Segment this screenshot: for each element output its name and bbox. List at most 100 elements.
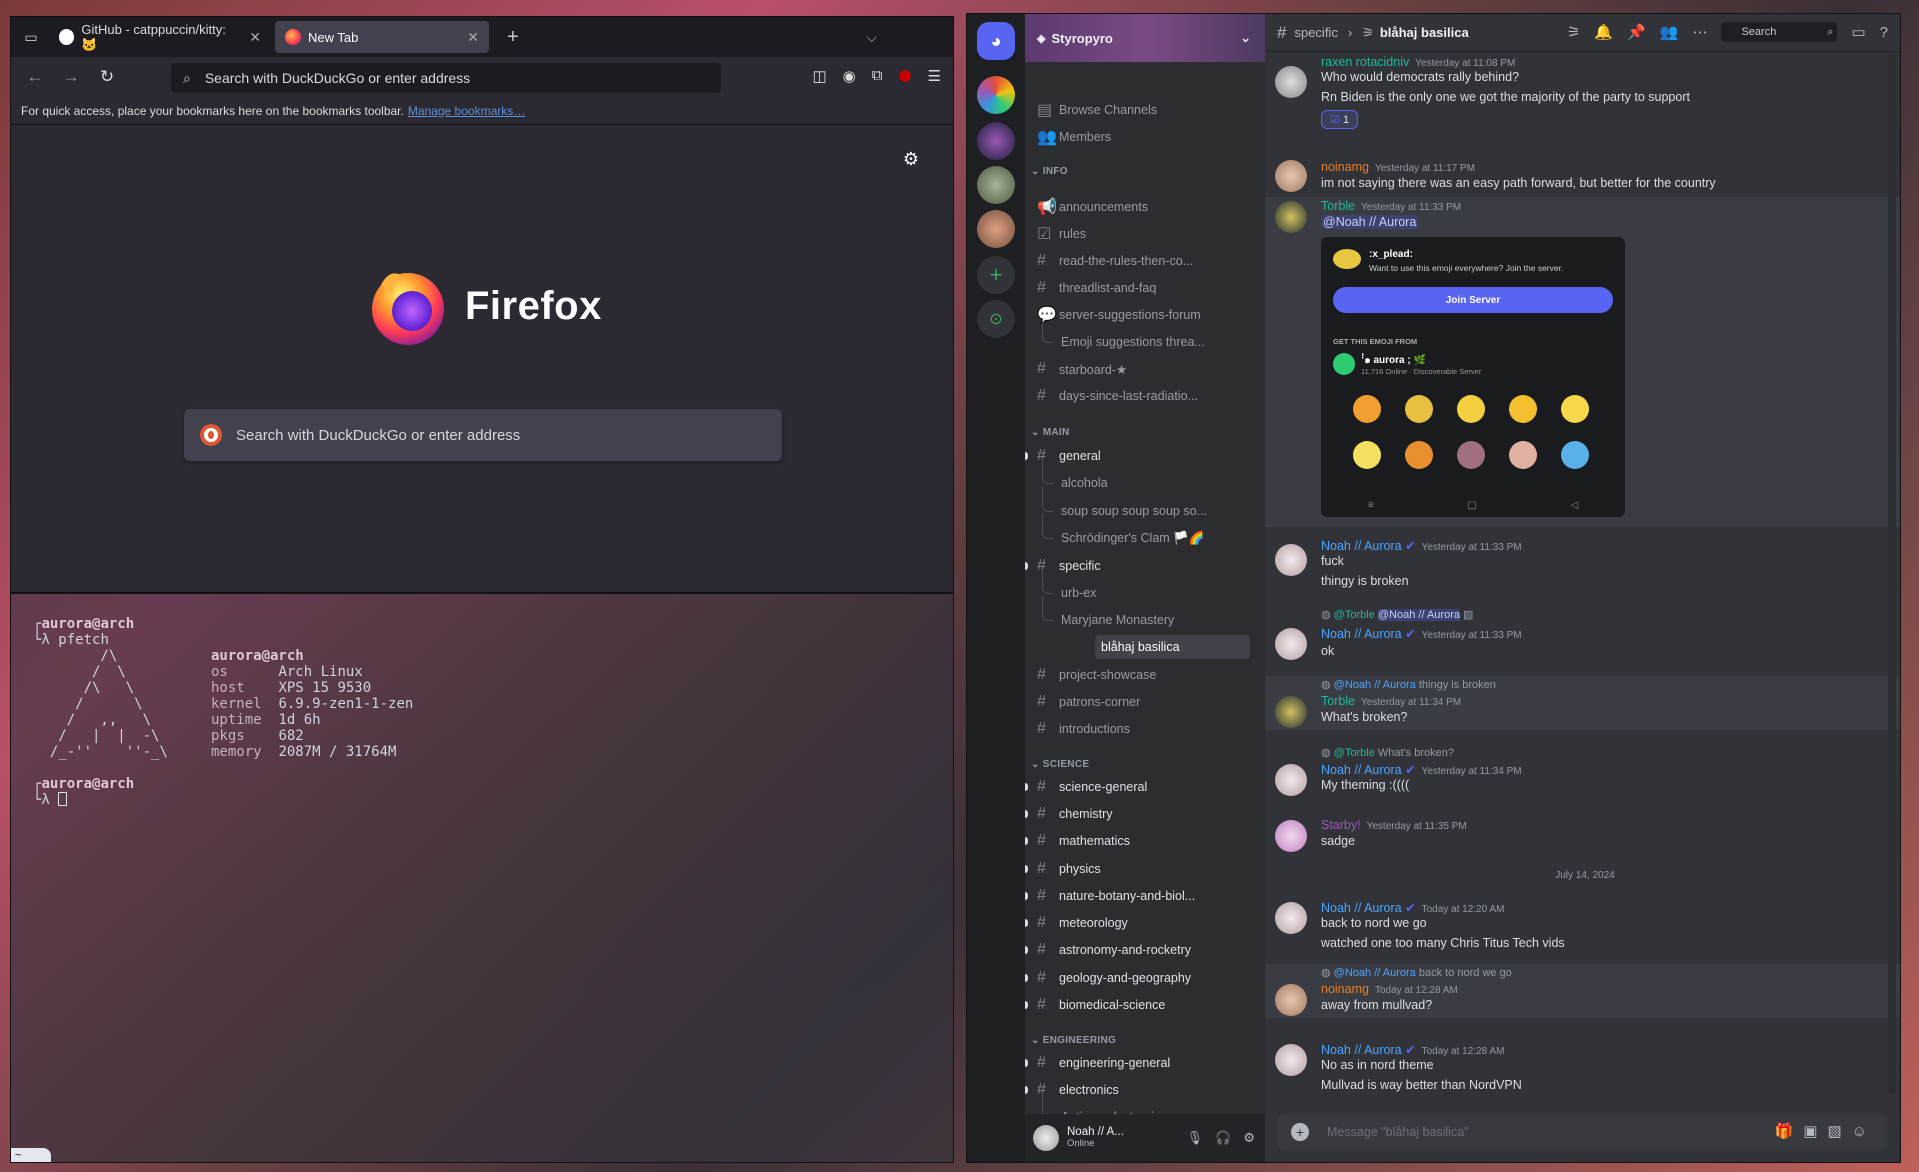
message[interactable]: ◍ @Torble @Noah // Aurora ▨ Noah // Auro…	[1265, 608, 1900, 668]
terminal-tab[interactable]: ~	[11, 1148, 51, 1162]
add-attachment-icon[interactable]: +	[1291, 1123, 1309, 1141]
thread-urbex[interactable]: urb-ex	[1025, 569, 1255, 605]
channel-general[interactable]: # general	[1025, 444, 1255, 468]
author-name[interactable]: Noah // Aurora	[1321, 1043, 1402, 1057]
headphones-icon[interactable]: 🎧	[1215, 1130, 1231, 1146]
author-name[interactable]: Noah // Aurora	[1321, 539, 1402, 553]
join-server-button[interactable]: Join Server	[1333, 287, 1613, 313]
channel-threadlist[interactable]: # threadlist-and-faq	[1025, 276, 1255, 300]
tab-list-icon[interactable]: ▭	[17, 29, 45, 46]
gear-icon[interactable]: ⚙	[903, 149, 919, 170]
avatar[interactable]	[1275, 66, 1307, 98]
emoji-icon[interactable]	[1561, 441, 1589, 469]
microphone-icon[interactable]: 🎙	[1187, 1130, 1204, 1146]
ublock-icon[interactable]: ⬢	[898, 67, 911, 85]
url-bar[interactable]: ⌕ Search with DuckDuckGo or enter addres…	[171, 63, 721, 93]
reload-icon[interactable]: ↻	[93, 63, 121, 91]
explore-icon[interactable]: ⊙	[977, 300, 1015, 338]
category-engineering[interactable]: ⌄ ENGINEERING	[1031, 1035, 1116, 1046]
emoji-icon[interactable]	[1509, 395, 1537, 423]
channel-announcements[interactable]: 📢 announcements	[1025, 195, 1255, 219]
avatar[interactable]	[1275, 902, 1307, 934]
more-icon[interactable]: ⋯	[1692, 23, 1707, 41]
add-server-icon[interactable]: +	[977, 256, 1015, 294]
author-name[interactable]: raxen rotacidniv	[1321, 55, 1409, 69]
thread-schrodinger[interactable]: Schrödinger's Clam 🏳️🌈	[1025, 514, 1255, 550]
tab-github[interactable]: GitHub - catppuccin/kitty: 🐱 ✕	[49, 21, 271, 53]
author-name[interactable]: Noah // Aurora	[1321, 901, 1402, 915]
close-tab-icon[interactable]: ✕	[467, 29, 479, 46]
author-name[interactable]: Noah // Aurora	[1321, 627, 1402, 641]
channel-mathematics[interactable]: # mathematics	[1025, 829, 1255, 853]
category-science[interactable]: ⌄ SCIENCE	[1031, 759, 1089, 770]
message[interactable]: ◍ @Noah // Aurora thingy is broken Torbl…	[1265, 676, 1900, 730]
avatar[interactable]	[1275, 201, 1307, 233]
back-icon[interactable]: ←	[21, 63, 49, 91]
inbox-icon[interactable]: ▭	[1851, 23, 1865, 41]
emoji-icon[interactable]	[1405, 395, 1433, 423]
message[interactable]: noinamg Yesterday at 11:17 PM im not sayi…	[1265, 154, 1900, 199]
reply-reference[interactable]: ◍ @Torble @Noah // Aurora ▨	[1321, 608, 1473, 621]
thread-alcohola[interactable]: alcohola	[1025, 459, 1255, 495]
server-icon[interactable]	[977, 122, 1015, 160]
emoji-icon[interactable]	[1457, 441, 1485, 469]
reply-reference[interactable]: ◍ @Noah // Aurora thingy is broken	[1321, 678, 1496, 691]
settings-gear-icon[interactable]: ⚙	[1243, 1130, 1255, 1146]
manage-bookmarks-link[interactable]: Manage bookmarks…	[408, 104, 525, 118]
server-header[interactable]: ◈ Styropyro ⌄	[1025, 14, 1265, 62]
emoji-icon[interactable]	[1353, 441, 1381, 469]
reaction[interactable]: ☑ 1	[1321, 110, 1359, 129]
author-name[interactable]: noinamg	[1321, 160, 1369, 174]
avatar[interactable]	[1275, 1044, 1307, 1076]
channel-biomedical[interactable]: # biomedical-science	[1025, 993, 1255, 1017]
avatar[interactable]	[1275, 628, 1307, 660]
message[interactable]: Starby! Yesterday at 11:35 PM sadge	[1265, 814, 1900, 858]
members[interactable]: 👥 Members	[1025, 125, 1255, 149]
channel-patrons[interactable]: # patrons-corner	[1025, 690, 1255, 714]
threads-icon[interactable]: ⚞	[1567, 23, 1580, 41]
emoji-icon[interactable]	[1561, 395, 1589, 423]
avatar[interactable]	[1275, 160, 1307, 192]
emoji-popout-image[interactable]: :x_plead: Want to use this emoji everywh…	[1321, 237, 1625, 517]
author-name[interactable]: noinamg	[1321, 982, 1369, 996]
forward-icon[interactable]: →	[57, 63, 85, 91]
server-icon[interactable]	[977, 210, 1015, 248]
close-tab-icon[interactable]: ✕	[249, 29, 261, 46]
category-info[interactable]: ⌄ INFO	[1031, 166, 1068, 177]
message[interactable]: raxen rotacidniv Yesterday at 11:08 PM Wh…	[1265, 54, 1900, 144]
channel-server-suggestions[interactable]: 💬 server-suggestions-forum	[1025, 303, 1255, 327]
emoji-icon[interactable]	[1353, 395, 1381, 423]
search-input[interactable]: Search ⌕	[1721, 22, 1838, 42]
channel-science-general[interactable]: # science-general	[1025, 775, 1255, 799]
channel-astronomy[interactable]: # astronomy-and-rocketry	[1025, 938, 1255, 962]
terminal-window[interactable]: ┌aurora@arch └λ pfetch /\ / \ /\ \ / \ /…	[10, 593, 954, 1163]
message-input[interactable]: + Message "blåhaj basilica" 🎁▣▧☺	[1277, 1114, 1887, 1150]
browse-channels[interactable]: ▤ Browse Channels	[1025, 98, 1255, 122]
avatar[interactable]	[1033, 1125, 1059, 1151]
pocket-icon[interactable]: ◫	[812, 67, 826, 85]
input-action-icons[interactable]: 🎁▣▧☺	[1775, 1122, 1877, 1140]
chat-scrollbar[interactable]	[1888, 54, 1896, 1094]
category-main[interactable]: ⌄ MAIN	[1031, 427, 1070, 438]
channel-electronics[interactable]: # electronics	[1025, 1078, 1255, 1102]
pin-icon[interactable]: 📌	[1627, 23, 1646, 41]
thread-soup[interactable]: soup soup soup soup so...	[1025, 487, 1255, 523]
author-name[interactable]: Noah // Aurora	[1321, 763, 1402, 777]
member-list-icon[interactable]: 👥	[1660, 23, 1679, 41]
message[interactable]: Noah // Aurora ✔ Today at 12:20 AM back t…	[1265, 896, 1900, 958]
avatar[interactable]	[1275, 544, 1307, 576]
tab-new-tab[interactable]: New Tab ✕	[275, 21, 489, 53]
avatar[interactable]	[1275, 820, 1307, 852]
mention[interactable]: @Noah // Aurora	[1321, 215, 1419, 229]
channel-introductions[interactable]: # introductions	[1025, 717, 1255, 741]
channel-rules[interactable]: ☑ rules	[1025, 222, 1255, 246]
author-name[interactable]: Torble	[1321, 694, 1355, 708]
emoji-icon[interactable]	[1509, 441, 1537, 469]
author-name[interactable]: Torble	[1321, 199, 1355, 213]
new-tab-button[interactable]: +	[507, 26, 519, 49]
message[interactable]: ◍ @Torble What's broken? Noah // Aurora …	[1265, 746, 1900, 800]
avatar[interactable]	[1275, 984, 1307, 1016]
channel-nature[interactable]: # nature-botany-and-biol...	[1025, 884, 1255, 908]
thread-maryjane[interactable]: Maryjane Monastery	[1025, 596, 1255, 632]
help-icon[interactable]: ?	[1880, 24, 1888, 41]
